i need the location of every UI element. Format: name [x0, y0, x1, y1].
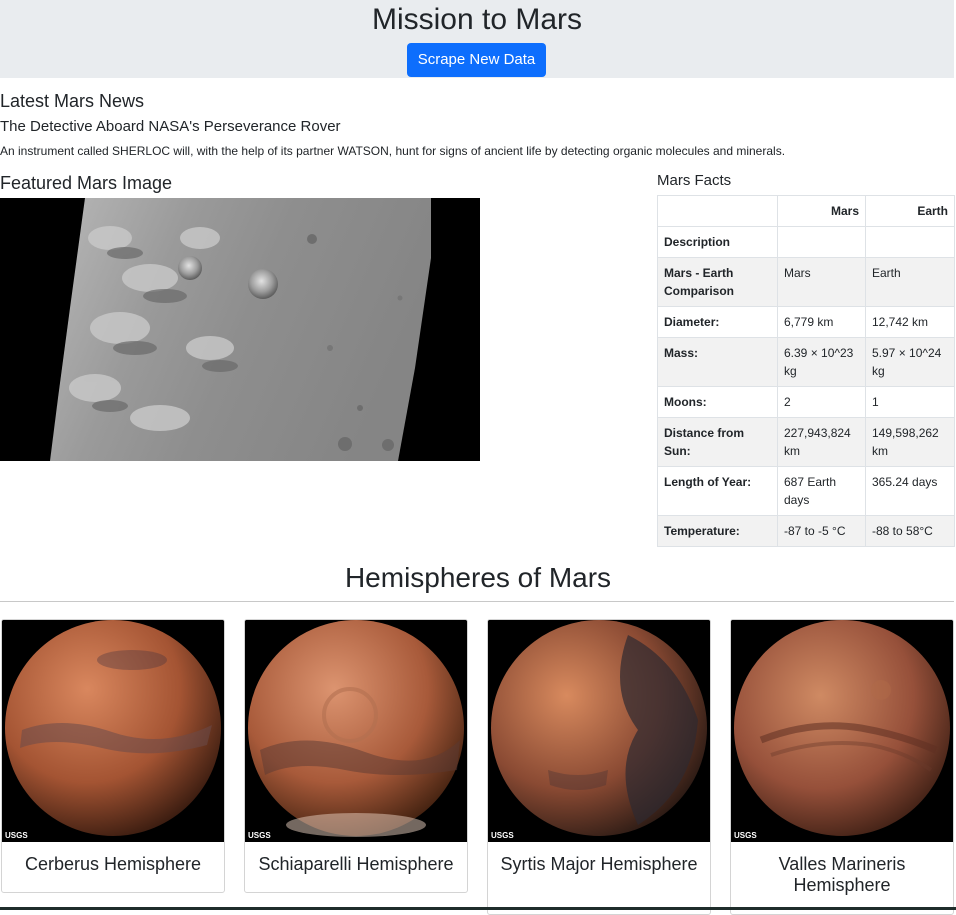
fact-earth-value [865, 226, 955, 258]
fact-earth-value: -88 to 58°C [865, 515, 955, 547]
planet-graphic [731, 620, 953, 842]
page-title: Mission to Mars [371, 3, 583, 36]
table-row: Diameter: 6,779 km 12,742 km [657, 306, 955, 338]
planet-graphic [2, 620, 224, 842]
hemisphere-title: Valles Marineris Hemisphere [778, 854, 906, 895]
fact-label: Temperature: [657, 515, 778, 547]
table-row: Temperature: -87 to -5 °C -88 to 58°C [657, 515, 955, 547]
table-row: Length of Year: 687 Earth days 365.24 da… [657, 466, 955, 516]
planet-graphic [245, 620, 467, 842]
fact-mars-value: 6.39 × 10^23 kg [777, 337, 866, 387]
hemisphere-title: Schiaparelli Hemisphere [258, 854, 454, 874]
hemispheres-heading: Hemispheres of Mars [344, 562, 612, 593]
fact-mars-value: 2 [777, 386, 866, 418]
jumbotron-header: Mission to Mars Scrape New Data [0, 0, 954, 78]
featured-image-heading: Featured Mars Image [0, 173, 173, 193]
fact-label: Description [657, 226, 778, 258]
hemisphere-title: Syrtis Major Hemisphere [500, 854, 698, 874]
featured-image-graphic [0, 198, 480, 461]
usgs-logo: USGS [734, 831, 757, 840]
usgs-logo: USGS [491, 831, 514, 840]
facts-header-earth: Earth [865, 195, 955, 227]
table-row: Distance from Sun: 227,943,824 km 149,59… [657, 417, 955, 467]
fact-earth-value: Earth [865, 257, 955, 307]
hemisphere-card-syrtis-major[interactable]: USGS Syrtis Major Hemisphere [487, 619, 711, 915]
table-row: Moons: 2 1 [657, 386, 955, 418]
hemisphere-image-schiaparelli[interactable]: USGS [245, 620, 467, 842]
fact-earth-value: 12,742 km [865, 306, 955, 338]
table-row: Mass: 6.39 × 10^23 kg 5.97 × 10^24 kg [657, 337, 955, 387]
fact-earth-value: 5.97 × 10^24 kg [865, 337, 955, 387]
hemisphere-card-schiaparelli[interactable]: USGS Schiaparelli Hemisphere [244, 619, 468, 893]
table-row: Mars - Earth Comparison Mars Earth [657, 257, 955, 307]
mars-facts-table: Mars Earth Description Mars - Earth Comp… [657, 195, 955, 547]
fact-mars-value: 687 Earth days [777, 466, 866, 516]
facts-header-row: Mars Earth [657, 195, 955, 227]
facts-header-blank [657, 195, 778, 227]
facts-header-mars: Mars [777, 195, 866, 227]
news-teaser: An instrument called SHERLOC will, with … [0, 144, 786, 158]
hemisphere-card-valles-marineris[interactable]: USGS Valles Marineris Hemisphere [730, 619, 954, 915]
hemisphere-image-valles-marineris[interactable]: USGS [731, 620, 953, 842]
fact-earth-value: 365.24 days [865, 466, 955, 516]
news-section-heading: Latest Mars News [0, 91, 145, 111]
fact-earth-value: 1 [865, 386, 955, 418]
fact-mars-value: 6,779 km [777, 306, 866, 338]
mars-facts-heading: Mars Facts [657, 172, 732, 189]
fact-mars-value: -87 to -5 °C [777, 515, 866, 547]
hemisphere-image-cerberus[interactable]: USGS [2, 620, 224, 842]
usgs-logo: USGS [5, 831, 28, 840]
fact-label: Distance from Sun: [657, 417, 778, 467]
scrape-new-data-button[interactable]: Scrape New Data [407, 43, 546, 77]
fact-label: Mars - Earth Comparison [657, 257, 778, 307]
hemisphere-title: Cerberus Hemisphere [24, 854, 202, 874]
planet-graphic [488, 620, 710, 842]
hemisphere-image-syrtis-major[interactable]: USGS [488, 620, 710, 842]
hemisphere-card-cerberus[interactable]: USGS Cerberus Hemisphere [1, 619, 225, 893]
hemispheres-divider [0, 601, 954, 602]
news-title: The Detective Aboard NASA's Perseverance… [0, 118, 341, 135]
fact-mars-value [777, 226, 866, 258]
fact-label: Diameter: [657, 306, 778, 338]
fact-label: Length of Year: [657, 466, 778, 516]
fact-label: Moons: [657, 386, 778, 418]
featured-mars-image [0, 198, 480, 461]
fact-mars-value: 227,943,824 km [777, 417, 866, 467]
table-row: Description [657, 226, 955, 258]
usgs-logo: USGS [248, 831, 271, 840]
fact-label: Mass: [657, 337, 778, 387]
fact-earth-value: 149,598,262 km [865, 417, 955, 467]
fact-mars-value: Mars [777, 257, 866, 307]
